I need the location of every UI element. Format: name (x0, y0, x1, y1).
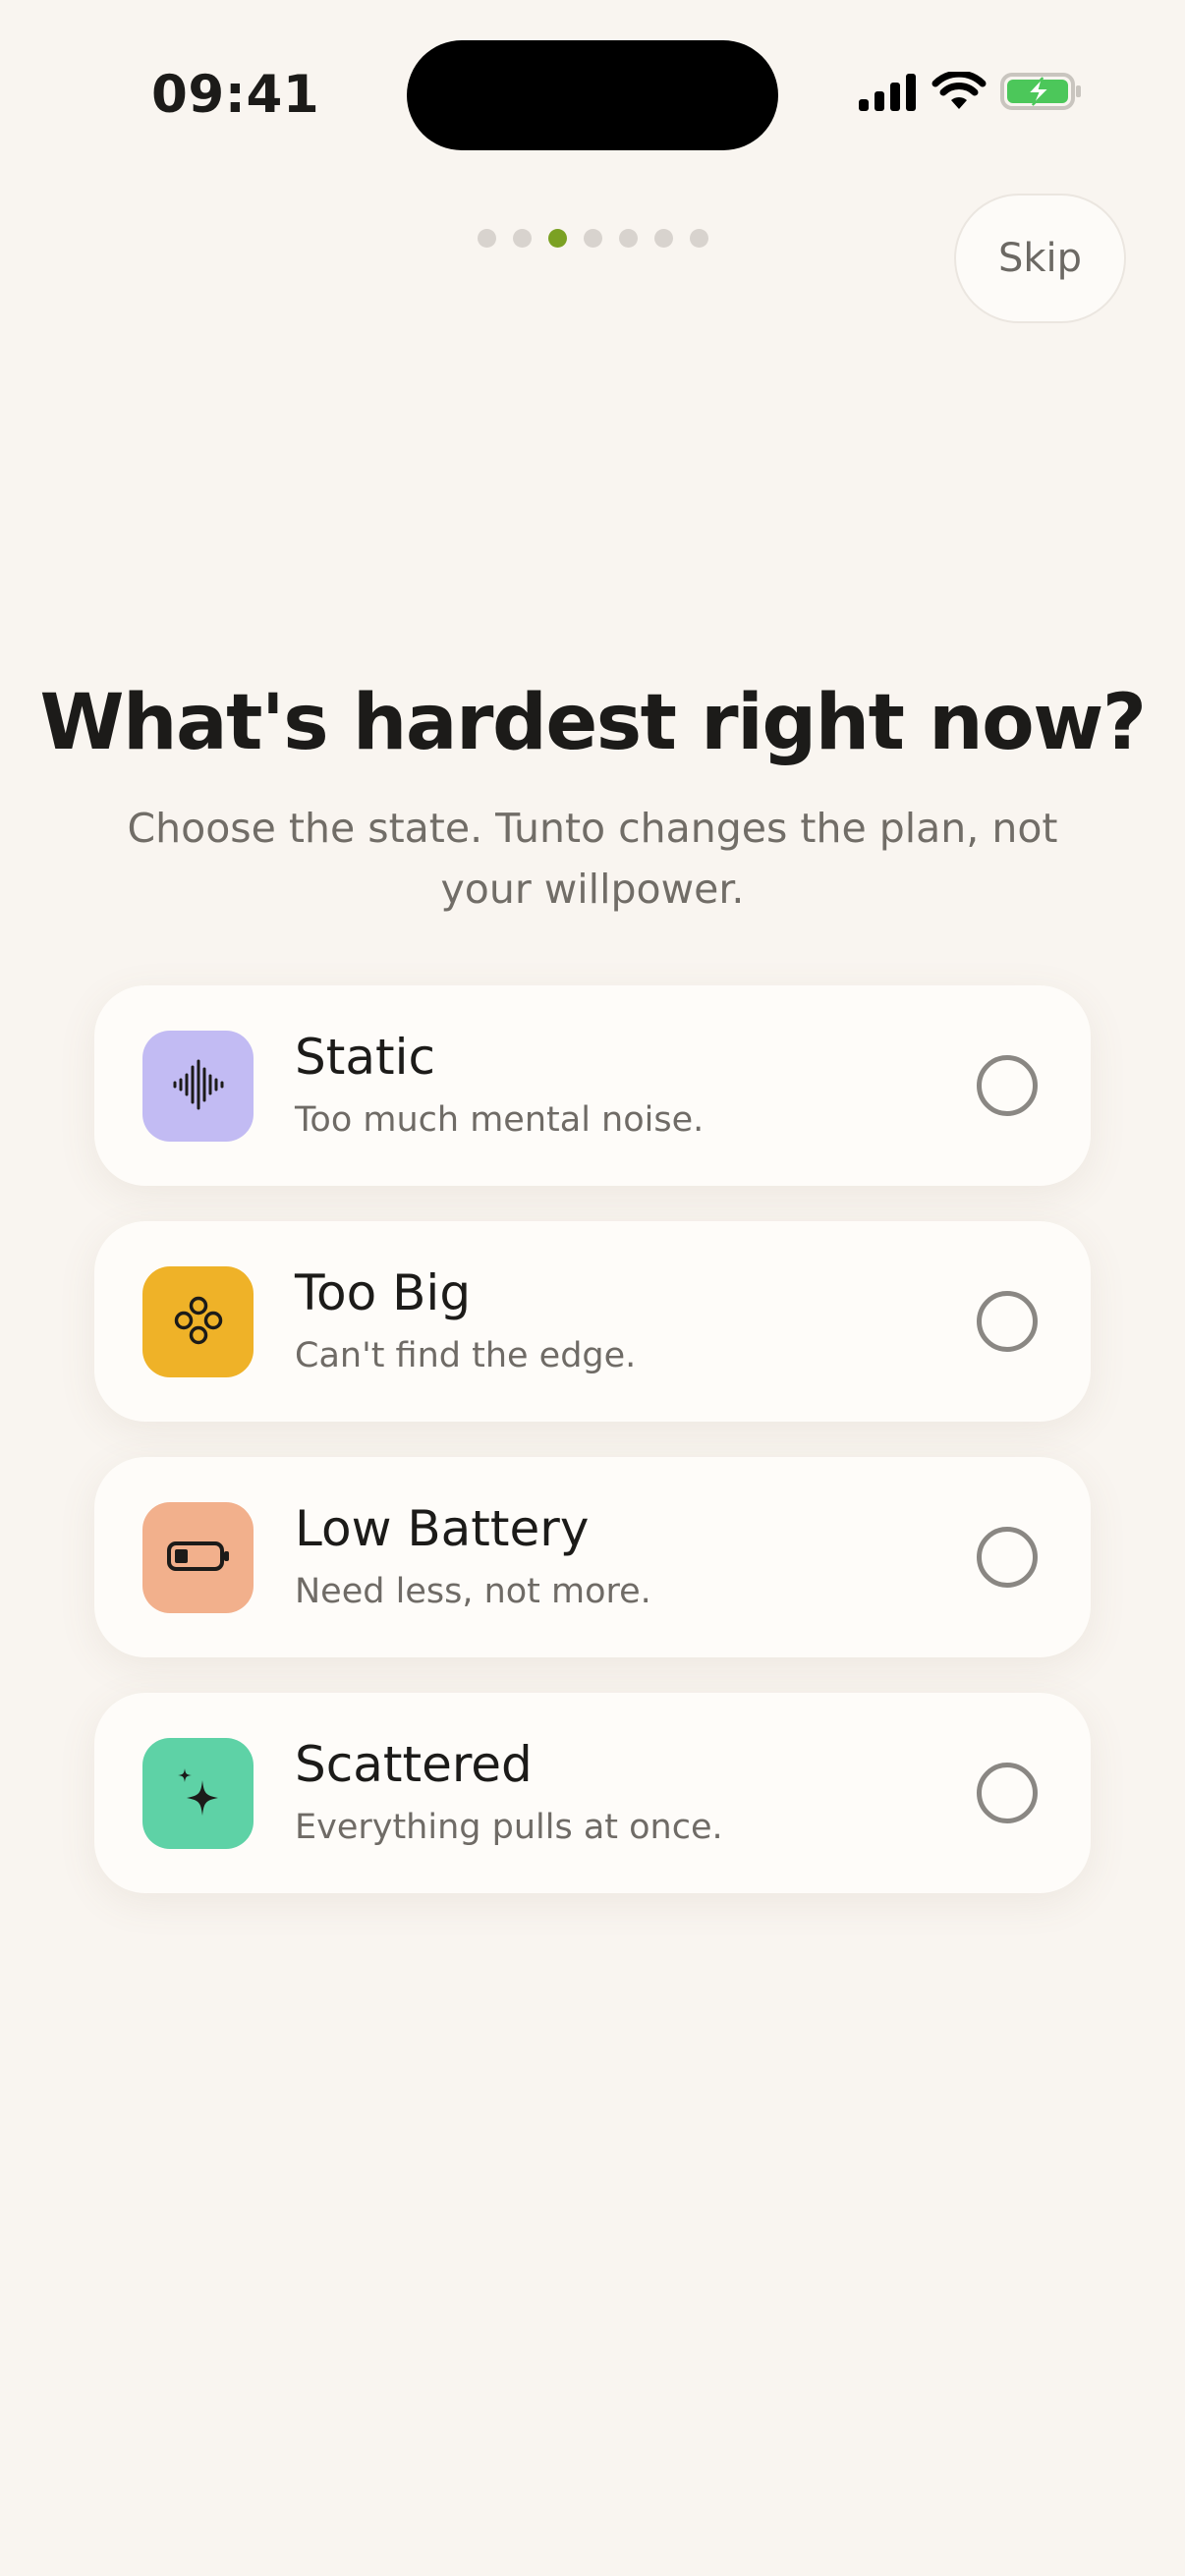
option-title: Scattered (295, 1736, 533, 1793)
progress-dot (618, 229, 638, 248)
dynamic-island (407, 40, 778, 150)
waveform-icon (169, 1055, 228, 1118)
status-time: 09:41 (151, 65, 320, 125)
option-description: Too much mental noise. (295, 1100, 705, 1140)
option-card-scattered[interactable]: Scattered Everything pulls at once. (94, 1693, 1091, 1893)
option-card-static[interactable]: Static Too much mental noise. (94, 985, 1091, 1186)
option-icon-tile (142, 1031, 254, 1142)
option-title: Low Battery (295, 1500, 590, 1557)
low-battery-icon (164, 1527, 233, 1590)
progress-dot (477, 229, 496, 248)
option-title: Too Big (295, 1264, 472, 1321)
sparkle-icon (169, 1763, 228, 1825)
option-description: Everything pulls at once. (295, 1808, 723, 1847)
wifi-icon (931, 70, 987, 115)
option-card-too-big[interactable]: Too Big Can't find the edge. (94, 1221, 1091, 1422)
progress-dot (653, 229, 673, 248)
page-subtitle: Choose the state. Tunto changes the plan… (127, 805, 1058, 913)
four-circles-icon (169, 1291, 228, 1354)
skip-button[interactable]: Skip (954, 194, 1126, 323)
option-icon-tile (142, 1738, 254, 1849)
progress-dot-active (547, 229, 567, 248)
option-title: Static (295, 1029, 435, 1086)
progress-dot (689, 229, 708, 248)
option-radio[interactable] (977, 1291, 1038, 1352)
option-description: Can't find the edge. (295, 1336, 637, 1375)
progress-dot (512, 229, 532, 248)
option-description: Need less, not more. (295, 1572, 651, 1611)
option-radio[interactable] (977, 1055, 1038, 1116)
cellular-signal-icon (857, 72, 918, 115)
option-card-low-battery[interactable]: Low Battery Need less, not more. (94, 1457, 1091, 1657)
battery-charging-icon (1000, 72, 1083, 115)
option-radio[interactable] (977, 1763, 1038, 1823)
options-list: Static Too much mental noise. Too Big Ca… (94, 985, 1091, 1929)
status-icons (857, 70, 1083, 115)
option-icon-tile (142, 1266, 254, 1377)
option-icon-tile (142, 1502, 254, 1613)
progress-dot (583, 229, 602, 248)
page-title: What's hardest right now? (39, 679, 1147, 767)
option-radio[interactable] (977, 1527, 1038, 1588)
